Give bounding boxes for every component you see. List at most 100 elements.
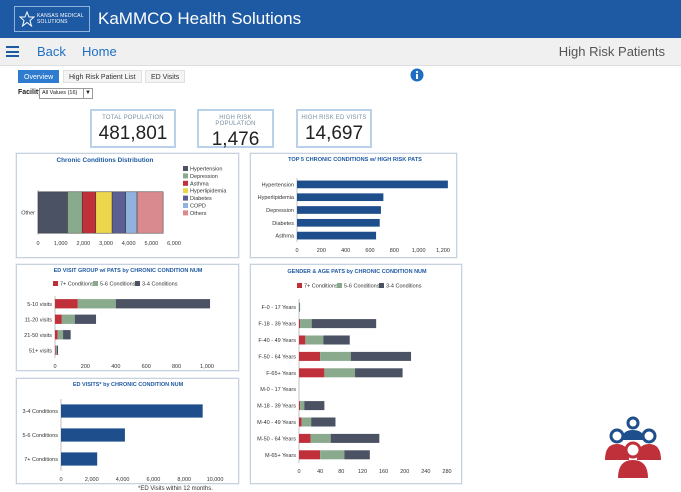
facility-select[interactable]: All Values (16) ▼	[39, 88, 93, 99]
x-tick-label: 2,000	[85, 477, 99, 483]
x-tick-label: 0	[295, 248, 298, 254]
nav-bar: Back Home High Risk Patients	[0, 38, 681, 66]
bar-5-6-conditions	[300, 401, 305, 411]
category-label: F-65+ Years	[266, 371, 296, 377]
bar-hyperlipidemia	[95, 191, 113, 234]
kpi-high-risk-population: HIGH RISK POPULATION 1,476	[197, 109, 274, 150]
legend-label: 3-4 Conditions	[142, 282, 178, 288]
back-link[interactable]: Back	[37, 44, 66, 59]
kpi-label: HIGH RISK POPULATION	[215, 115, 256, 127]
bar-3-4-conditions	[61, 404, 203, 418]
x-tick-label: 8,000	[177, 477, 191, 483]
x-tick-label: 160	[379, 469, 388, 475]
chevron-down-icon[interactable]: ▼	[83, 89, 92, 98]
bar-3-4-conditions	[311, 319, 377, 329]
legend-swatch	[379, 283, 384, 288]
category-label: F-0 - 17 Years	[261, 305, 296, 311]
x-tick-label: 5,000	[144, 241, 158, 247]
category-label: M-65+ Years	[265, 453, 296, 459]
bar-hypertension	[297, 180, 448, 189]
category-label: 7+ Conditions	[24, 457, 58, 463]
bar-5-6-conditions	[61, 428, 125, 442]
category-label: 21-50 visits	[24, 333, 52, 339]
x-tick-label: 4,000	[122, 241, 136, 247]
category-label: 5-10 visits	[27, 302, 52, 308]
chart-title: GENDER & AGE PATS by CHRONIC CONDITION N…	[287, 269, 427, 275]
category-label: F-40 - 49 Years	[258, 338, 296, 344]
x-tick-label: 400	[111, 364, 120, 370]
team-icon	[605, 416, 661, 478]
info-icon[interactable]	[410, 68, 424, 82]
bar-5-6-conditions	[57, 330, 64, 340]
legend-label: 7+ Conditions	[60, 282, 94, 288]
kpi-value: 481,801	[98, 123, 168, 144]
chart-title: ED VISITS* by CHRONIC CONDITION NUM	[73, 382, 184, 388]
legend-label: 3-4 Conditions	[386, 284, 422, 290]
legend-label: 7+ Conditions	[304, 284, 338, 290]
home-link[interactable]: Home	[82, 44, 117, 59]
legend-label: Hypertension	[190, 167, 222, 173]
footnote: *ED Visits within 12 months.	[138, 486, 213, 492]
x-tick-label: 1,200	[436, 248, 450, 254]
x-tick-label: 1,000	[200, 364, 214, 370]
x-tick-label: 6,000	[147, 477, 161, 483]
tab-high-risk-patient-list[interactable]: High Risk Patient List	[63, 70, 142, 83]
company-logo[interactable]: KANSAS MEDICAL SOLUTIONS	[14, 6, 90, 32]
tab-overview[interactable]: Overview	[18, 70, 60, 83]
bar-5-6-conditions	[324, 368, 356, 378]
bar-depression	[67, 191, 83, 234]
bar-5-6-conditions	[55, 345, 57, 355]
bar-5-6-conditions	[320, 351, 351, 361]
bar-5-6-conditions	[299, 302, 300, 312]
legend-label: Hyperlipidemia	[190, 189, 227, 195]
category-label: F-50 - 64 Years	[258, 354, 296, 360]
bar-diabetes	[297, 218, 380, 227]
x-tick-label: 120	[358, 469, 367, 475]
bar-copd	[125, 191, 138, 234]
bar-3-4-conditions	[330, 433, 380, 443]
legend-label: Asthma	[190, 181, 210, 187]
logo-line-2: SOLUTIONS	[37, 19, 68, 25]
kpi-value: 14,697	[304, 123, 364, 144]
kpi-label: HIGH RISK ED VISITS	[301, 115, 367, 121]
x-tick-label: 800	[172, 364, 181, 370]
bar-3-4-conditions	[311, 417, 336, 427]
x-tick-label: 0	[36, 241, 39, 247]
category-label: 3-4 Conditions	[23, 409, 59, 415]
bar-5-6-conditions	[305, 335, 324, 345]
category-label: M-18 - 39 Years	[257, 404, 296, 410]
bar-5-6-conditions	[320, 450, 345, 460]
bar-7-conditions	[299, 417, 302, 427]
chart-title: ED VISIT GROUP w/ PATS by CHRONIC CONDIT…	[54, 268, 203, 274]
gender-age-chart: GENDER & AGE PATS by CHRONIC CONDITION N…	[250, 264, 462, 484]
bar-7-conditions	[55, 299, 78, 309]
bar-3-4-conditions	[355, 368, 403, 378]
bar-5-6-conditions	[301, 417, 312, 427]
bar-5-6-conditions	[61, 314, 75, 324]
chart-title: Chronic Conditions Distribution	[57, 157, 154, 164]
category-label: Asthma	[275, 234, 295, 240]
chronic-conditions-chart: Chronic Conditions Distribution Other 0 1,0…	[16, 153, 239, 258]
bar-hyperlipidemia	[297, 193, 384, 202]
legend-swatch	[53, 281, 58, 286]
x-tick-label: 800	[390, 248, 399, 254]
tab-ed-visits[interactable]: ED Visits	[145, 70, 186, 83]
kpi-total-population: TOTAL POPULATION 481,801	[90, 109, 176, 148]
legend-label: COPD	[190, 204, 206, 210]
bar-3-4-conditions	[115, 299, 211, 309]
legend-swatch	[337, 283, 342, 288]
bar-others	[136, 191, 164, 234]
category-label: 51+ visits	[29, 348, 52, 354]
bar-7-conditions	[299, 319, 301, 329]
bar-3-4-conditions	[56, 345, 59, 355]
bar-3-4-conditions	[304, 401, 325, 411]
bar-7-conditions	[299, 368, 325, 378]
bar-3-4-conditions	[344, 450, 370, 460]
legend-swatch	[135, 281, 140, 286]
menu-icon[interactable]	[6, 46, 19, 57]
category-label: M-40 - 49 Years	[257, 420, 296, 426]
legend-swatch	[183, 180, 188, 186]
bar-3-4-conditions	[299, 302, 301, 312]
category-label: Diabetes	[272, 221, 294, 227]
bar-diabetes	[111, 191, 126, 234]
